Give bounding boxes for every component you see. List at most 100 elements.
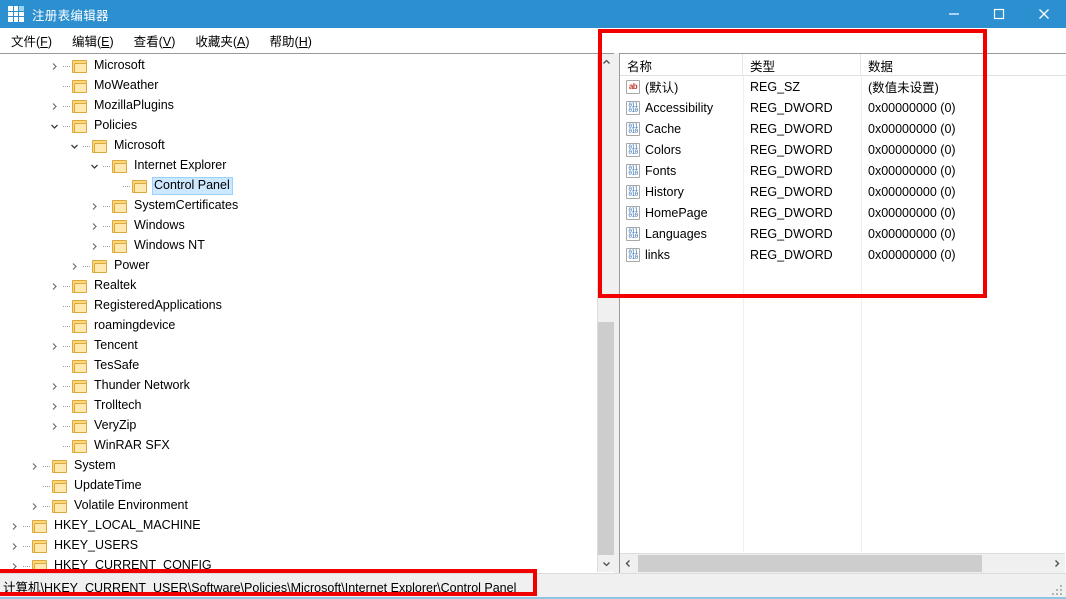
chevron-right-icon[interactable] xyxy=(26,496,42,516)
tree-item[interactable]: Windows xyxy=(0,216,596,236)
menu-bar: 文件(F) 编辑(E) 查看(V) 收藏夹(A) 帮助(H) xyxy=(0,28,1066,54)
tree-scroll-thumb[interactable] xyxy=(598,322,614,555)
tree-item[interactable]: MoWeather xyxy=(0,76,596,96)
value-row[interactable]: 011010HomePageREG_DWORD0x00000000 (0) xyxy=(620,202,1066,223)
value-name-label: Cache xyxy=(645,122,681,136)
tree-item[interactable]: Policies xyxy=(0,116,596,136)
menu-help[interactable]: 帮助(H) xyxy=(261,29,321,52)
chevron-right-icon[interactable] xyxy=(46,96,62,116)
minimize-button[interactable] xyxy=(931,0,976,28)
values-scroll-thumb[interactable] xyxy=(638,555,982,572)
tree-item[interactable]: WinRAR SFX xyxy=(0,436,596,456)
value-row[interactable]: 011010LanguagesREG_DWORD0x00000000 (0) xyxy=(620,223,1066,244)
tree-leaf-spacer xyxy=(46,316,62,336)
value-data-cell: 0x00000000 (0) xyxy=(861,139,1066,160)
tree-item[interactable]: VeryZip xyxy=(0,416,596,436)
scroll-up-arrow[interactable] xyxy=(598,54,614,71)
tree-item[interactable]: Realtek xyxy=(0,276,596,296)
value-row[interactable]: ab(默认)REG_SZ(数值未设置) xyxy=(620,76,1066,97)
scroll-right-arrow[interactable] xyxy=(1048,554,1065,573)
column-header-type[interactable]: 类型 xyxy=(743,54,861,76)
column-header-data[interactable]: 数据 xyxy=(861,54,1066,76)
tree-item[interactable]: Microsoft xyxy=(0,136,596,156)
tree-indent-spacer xyxy=(0,456,26,476)
menu-view[interactable]: 查看(V) xyxy=(125,29,185,52)
tree-item[interactable]: HKEY_CURRENT_CONFIG xyxy=(0,556,596,572)
close-button[interactable] xyxy=(1021,0,1066,28)
value-name-label: Languages xyxy=(645,227,707,241)
tree-indent-spacer xyxy=(0,376,46,396)
tree-item[interactable]: HKEY_LOCAL_MACHINE xyxy=(0,516,596,536)
chevron-down-icon[interactable] xyxy=(66,136,82,156)
tree-indent-spacer xyxy=(0,276,46,296)
tree-item-label: WinRAR SFX xyxy=(92,437,173,455)
menu-favorites[interactable]: 收藏夹(A) xyxy=(186,29,258,52)
chevron-right-icon[interactable] xyxy=(46,336,62,356)
tree-leaf-spacer xyxy=(106,176,122,196)
chevron-right-icon[interactable] xyxy=(6,516,22,536)
tree-item[interactable]: Trolltech xyxy=(0,396,596,416)
chevron-right-icon[interactable] xyxy=(86,236,102,256)
tree-item[interactable]: TesSafe xyxy=(0,356,596,376)
tree-item[interactable]: Volatile Environment xyxy=(0,496,596,516)
values-list[interactable]: ab(默认)REG_SZ(数值未设置)011010AccessibilityRE… xyxy=(620,76,1066,552)
menu-edit[interactable]: 编辑(E) xyxy=(63,29,123,52)
maximize-button[interactable] xyxy=(976,0,1021,28)
tree-item[interactable]: RegisteredApplications xyxy=(0,296,596,316)
value-row[interactable]: 011010HistoryREG_DWORD0x00000000 (0) xyxy=(620,181,1066,202)
tree-item[interactable]: Windows NT xyxy=(0,236,596,256)
tree-vertical-scrollbar[interactable] xyxy=(597,54,614,572)
chevron-right-icon[interactable] xyxy=(26,456,42,476)
tree-connector-line xyxy=(22,556,32,572)
tree-item[interactable]: SystemCertificates xyxy=(0,196,596,216)
tree-item[interactable]: Power xyxy=(0,256,596,276)
registry-tree[interactable]: MicrosoftMoWeatherMozillaPluginsPolicies… xyxy=(0,56,596,572)
chevron-down-icon[interactable] xyxy=(46,116,62,136)
value-row[interactable]: 011010ColorsREG_DWORD0x00000000 (0) xyxy=(620,139,1066,160)
value-row[interactable]: 011010AccessibilityREG_DWORD0x00000000 (… xyxy=(620,97,1066,118)
values-horizontal-scrollbar[interactable] xyxy=(620,553,1065,573)
value-row[interactable]: 011010FontsREG_DWORD0x00000000 (0) xyxy=(620,160,1066,181)
title-bar[interactable]: 注册表编辑器 xyxy=(0,0,1066,28)
tree-item[interactable]: UpdateTime xyxy=(0,476,596,496)
folder-icon xyxy=(72,320,87,333)
value-row[interactable]: 011010linksREG_DWORD0x00000000 (0) xyxy=(620,244,1066,265)
menu-file[interactable]: 文件(F) xyxy=(2,29,61,52)
chevron-down-icon[interactable] xyxy=(86,156,102,176)
chevron-right-icon[interactable] xyxy=(46,416,62,436)
chevron-right-icon[interactable] xyxy=(46,396,62,416)
resize-grip-icon[interactable] xyxy=(1052,585,1063,596)
tree-connector-line xyxy=(102,236,112,256)
tree-connector-line xyxy=(42,496,52,516)
value-row[interactable]: 011010CacheREG_DWORD0x00000000 (0) xyxy=(620,118,1066,139)
tree-item[interactable]: Control Panel xyxy=(0,176,596,196)
chevron-right-icon[interactable] xyxy=(6,556,22,572)
chevron-right-icon[interactable] xyxy=(46,376,62,396)
tree-indent-spacer xyxy=(0,476,26,496)
tree-item-label: Realtek xyxy=(92,277,139,295)
chevron-right-icon[interactable] xyxy=(66,256,82,276)
tree-item[interactable]: MozillaPlugins xyxy=(0,96,596,116)
column-header-name[interactable]: 名称 xyxy=(620,54,743,76)
menu-view-tail: ) xyxy=(171,35,175,49)
tree-item-label: Control Panel xyxy=(152,177,233,195)
tree-item[interactable]: Thunder Network xyxy=(0,376,596,396)
menu-favorites-text: 收藏夹( xyxy=(195,35,237,49)
scroll-left-arrow[interactable] xyxy=(620,554,637,573)
chevron-right-icon[interactable] xyxy=(46,276,62,296)
tree-item[interactable]: Tencent xyxy=(0,336,596,356)
chevron-right-icon[interactable] xyxy=(46,56,62,76)
tree-item[interactable]: HKEY_USERS xyxy=(0,536,596,556)
folder-icon xyxy=(52,460,67,473)
tree-connector-line xyxy=(62,76,72,96)
chevron-right-icon[interactable] xyxy=(86,216,102,236)
tree-item-label: Microsoft xyxy=(92,57,148,75)
tree-item[interactable]: roamingdevice xyxy=(0,316,596,336)
tree-item[interactable]: Microsoft xyxy=(0,56,596,76)
scroll-down-arrow[interactable] xyxy=(598,555,614,572)
chevron-right-icon[interactable] xyxy=(86,196,102,216)
tree-item[interactable]: Internet Explorer xyxy=(0,156,596,176)
folder-icon xyxy=(72,340,87,353)
tree-item[interactable]: System xyxy=(0,456,596,476)
chevron-right-icon[interactable] xyxy=(6,536,22,556)
